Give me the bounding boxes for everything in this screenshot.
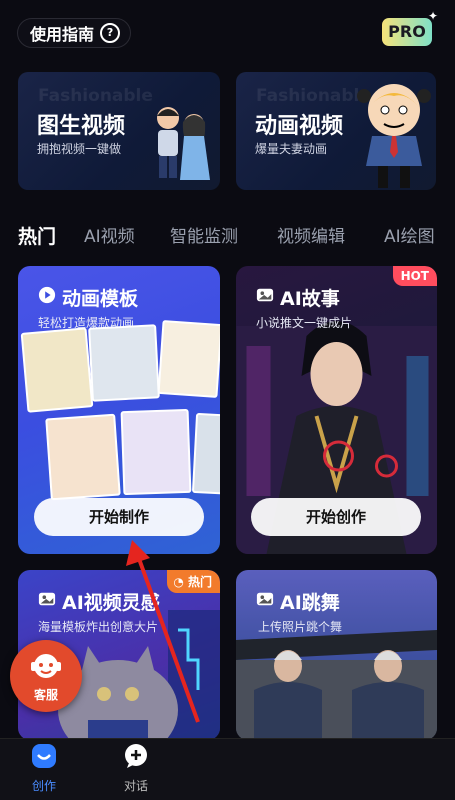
headset-icon xyxy=(31,654,61,678)
tab-video-edit[interactable]: 视频编辑 xyxy=(277,222,345,247)
card-title: AI跳舞 xyxy=(280,592,340,614)
nav-chat-label: 对话 xyxy=(123,779,148,793)
banner-subtitle: 爆量夫妻动画 xyxy=(255,142,328,156)
comic-panel xyxy=(20,327,94,413)
banner-title: 动画视频 xyxy=(255,114,344,139)
nav-create[interactable]: 创作 xyxy=(14,743,74,794)
card-subtitle: 海量模板炸出创意大片 xyxy=(38,620,159,634)
customer-service-button[interactable]: 客服 xyxy=(10,640,82,712)
top-bar: 使用指南 ? PRO ✦ xyxy=(0,0,455,60)
comic-panel xyxy=(45,413,121,501)
couple-illustration xyxy=(157,107,210,180)
chat-plus-icon xyxy=(125,744,147,768)
card-ai-story[interactable]: AI故事 小说推文一键成片 HOT 开始创作 xyxy=(236,266,437,554)
comic-panel xyxy=(157,319,220,399)
tab-smart-monitor[interactable]: 智能监测 xyxy=(170,222,238,247)
tab-ai-drawing[interactable]: AI绘图 xyxy=(384,222,435,247)
tab-ai-video[interactable]: AI视频 xyxy=(84,222,135,247)
nav-chat[interactable]: 对话 xyxy=(106,743,166,794)
category-tabs: 热门 AI视频 智能监测 视频编辑 AI绘图 xyxy=(0,222,455,250)
comic-panel xyxy=(88,324,160,402)
banner-ghost-text: Fashionable xyxy=(38,86,153,106)
create-icon xyxy=(32,744,56,768)
tab-hot[interactable]: 热门 xyxy=(18,222,56,249)
image-icon xyxy=(256,288,274,302)
banner-image-to-video[interactable]: Fashionable 图生视频 拥抱视频一键做 xyxy=(18,72,220,190)
card-title: 动画模板 xyxy=(62,288,139,310)
image-icon xyxy=(256,592,274,606)
banner-animation-video[interactable]: Fashionable 动画视频 爆量夫妻动画 xyxy=(236,72,436,190)
image-icon xyxy=(38,592,56,606)
start-creating-button[interactable]: 开始创作 xyxy=(251,498,421,536)
sparkle-icon: ✦ xyxy=(428,9,439,23)
guide-button[interactable]: 使用指南 ? xyxy=(17,18,132,48)
bottom-nav: 创作 对话 xyxy=(0,738,455,800)
hot-badge: HOT xyxy=(392,266,437,286)
card-subtitle: 上传照片跳个舞 xyxy=(258,620,343,634)
card-title: AI故事 xyxy=(280,288,340,310)
banner-title: 图生视频 xyxy=(37,114,126,139)
popular-badge: ◔ 热门 xyxy=(167,570,220,593)
banner-subtitle: 拥抱视频一键做 xyxy=(37,142,122,156)
comic-panel xyxy=(191,412,220,496)
question-icon: ? xyxy=(100,23,121,43)
guide-label: 使用指南 xyxy=(30,25,95,44)
pro-badge[interactable]: PRO xyxy=(382,18,432,46)
card-title: AI视频灵感 xyxy=(62,592,160,614)
customer-service-label: 客服 xyxy=(33,688,58,702)
nav-create-label: 创作 xyxy=(31,779,56,793)
popular-label: 热门 xyxy=(187,575,212,589)
cartoon-man-illustration xyxy=(357,84,431,188)
start-making-button[interactable]: 开始制作 xyxy=(34,498,204,536)
comic-panel xyxy=(120,408,192,496)
card-subtitle: 小说推文一键成片 xyxy=(256,316,353,330)
card-ai-dance[interactable]: AI跳舞 上传照片跳个舞 xyxy=(236,570,437,740)
play-icon xyxy=(38,286,56,304)
fire-icon: ◔ xyxy=(173,575,184,589)
card-animation-template[interactable]: 动画模板 轻松打造爆款动画 开始制作 xyxy=(18,266,220,554)
